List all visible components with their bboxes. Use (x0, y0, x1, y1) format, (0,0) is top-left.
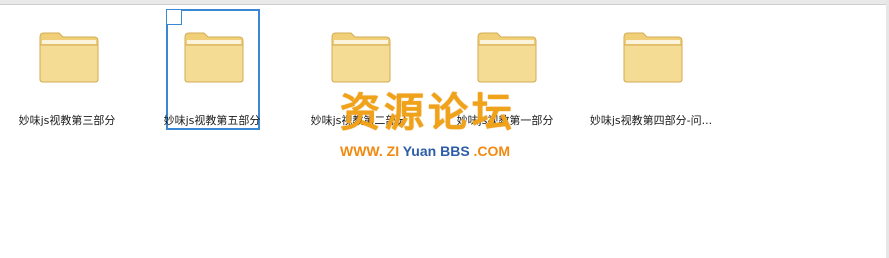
folder-label[interactable]: 妙味js视教第四部分-问... (581, 112, 721, 128)
folder-label[interactable]: 妙味js视教第二部分 (289, 112, 429, 128)
watermark-url-zi: ZI (382, 143, 400, 159)
folder-icon (623, 31, 683, 83)
watermark-url-yuan: Yuan (399, 143, 437, 159)
watermark-url-prefix: WWW. (340, 143, 383, 159)
folder-label[interactable]: 妙味js视教第一部分 (435, 112, 575, 128)
folder-icon (39, 31, 99, 83)
watermark-url: WWW. ZI Yuan BBS .COM (340, 142, 550, 160)
watermark-url-suffix: .COM (469, 143, 511, 159)
window-top-divider (0, 4, 889, 5)
folder-label[interactable]: 妙味js视教第三部分 (0, 112, 137, 128)
selection-checkbox[interactable] (166, 9, 182, 25)
watermark-url-bbs: BBS (436, 143, 470, 159)
folder-icon (184, 31, 244, 83)
folder-icon (331, 31, 391, 83)
folder-icon (477, 31, 537, 83)
folder-label[interactable]: 妙味js视教第五部分 (142, 112, 282, 128)
